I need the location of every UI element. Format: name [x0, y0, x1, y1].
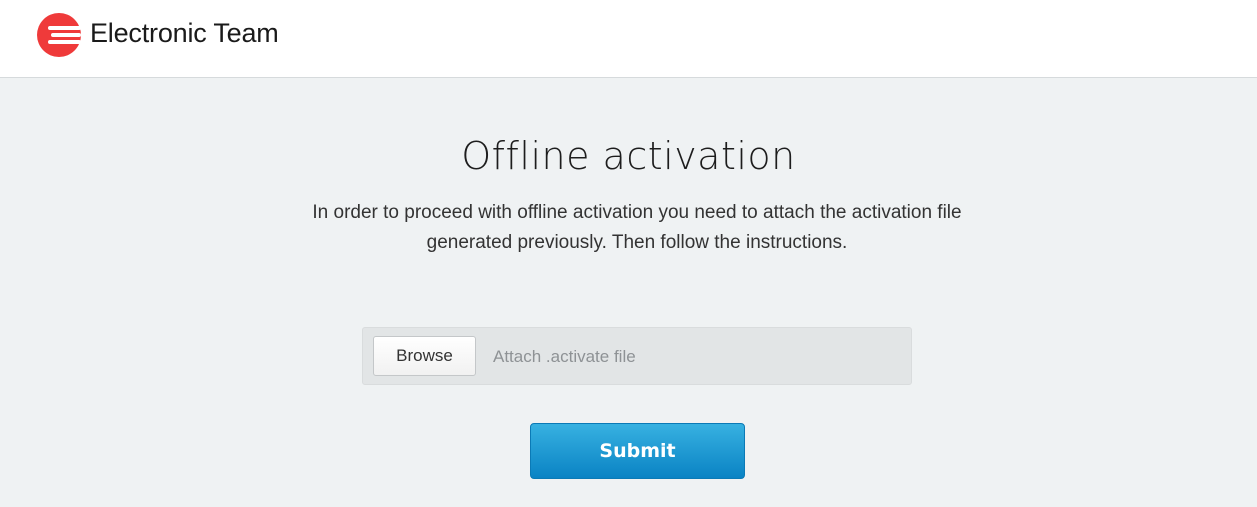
brand-name: Electronic Team: [90, 17, 279, 48]
browse-button[interactable]: Browse: [373, 336, 476, 376]
submit-button[interactable]: Submit: [530, 423, 745, 479]
page-description: In order to proceed with offline activat…: [312, 202, 962, 253]
brand-logo[interactable]: Electronic Team: [37, 13, 279, 57]
main-content: Offline activation In order to proceed w…: [0, 78, 1257, 507]
file-upload-field[interactable]: Browse Attach .activate file: [362, 327, 912, 385]
electronic-team-logo-icon: [37, 13, 81, 57]
site-header: Electronic Team: [0, 0, 1257, 78]
page-title: Offline activation: [461, 134, 796, 178]
file-placeholder: Attach .activate file: [493, 347, 636, 366]
